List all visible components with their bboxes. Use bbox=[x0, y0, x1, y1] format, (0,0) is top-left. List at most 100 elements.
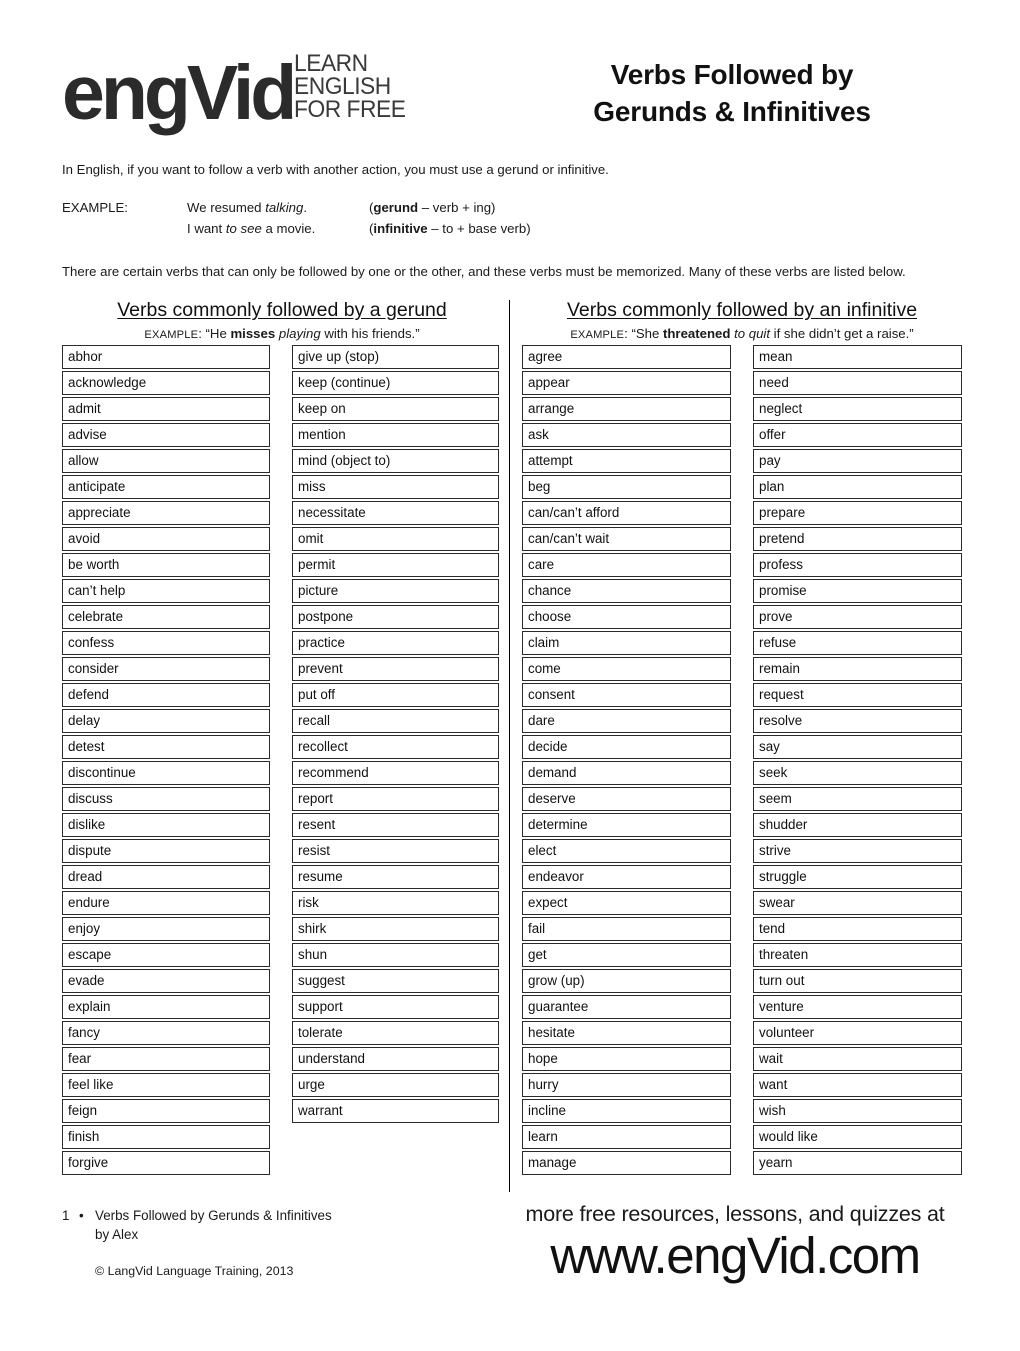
verb-cell: shun bbox=[292, 943, 499, 967]
verb-cell: resume bbox=[292, 865, 499, 889]
verb-cell: shirk bbox=[292, 917, 499, 941]
verb-cell: elect bbox=[522, 839, 731, 863]
verb-cell: defend bbox=[62, 683, 270, 707]
section-infinitive-columns: agree appear arrange ask attempt beg can/can’t… bbox=[522, 345, 962, 1177]
verb-cell: beg bbox=[522, 475, 731, 499]
verb-cell: feign bbox=[62, 1099, 270, 1123]
verb-cell: discuss bbox=[62, 787, 270, 811]
verb-cell: enjoy bbox=[62, 917, 270, 941]
page-number: 1 bbox=[62, 1208, 70, 1223]
verb-cell: learn bbox=[522, 1125, 731, 1149]
intro-paragraph-2: There are certain verbs that can only be… bbox=[62, 263, 906, 279]
intro-example-note-2: (infinitive – to + base verb) bbox=[369, 221, 531, 237]
verb-cell: tolerate bbox=[292, 1021, 499, 1045]
verb-cell: deserve bbox=[522, 787, 731, 811]
verb-cell: urge bbox=[292, 1073, 499, 1097]
verb-cell: recall bbox=[292, 709, 499, 733]
verb-cell: dislike bbox=[62, 813, 270, 837]
verb-cell: resent bbox=[292, 813, 499, 837]
verb-cell: prevent bbox=[292, 657, 499, 681]
verb-cell: necessitate bbox=[292, 501, 499, 525]
intro-paragraph-1: In English, if you want to follow a verb… bbox=[62, 162, 609, 177]
verb-cell: evade bbox=[62, 969, 270, 993]
footer-doc-title: Verbs Followed by Gerunds & Infinitives bbox=[95, 1208, 332, 1223]
verb-cell: refuse bbox=[753, 631, 962, 655]
verb-cell: appear bbox=[522, 371, 731, 395]
verb-cell: need bbox=[753, 371, 962, 395]
verb-cell: understand bbox=[292, 1047, 499, 1071]
verb-cell: hurry bbox=[522, 1073, 731, 1097]
verb-cell: prove bbox=[753, 605, 962, 629]
verb-cell: support bbox=[292, 995, 499, 1019]
intro-section: In English, if you want to follow a verb… bbox=[62, 160, 967, 281]
verb-cell: forgive bbox=[62, 1151, 270, 1175]
verb-cell: can/can’t afford bbox=[522, 501, 731, 525]
page-title: Verbs Followed by Gerunds & Infinitives bbox=[502, 56, 962, 130]
verb-cell: grow (up) bbox=[522, 969, 731, 993]
verb-cell: offer bbox=[753, 423, 962, 447]
page-title-line-2: Gerunds & Infinitives bbox=[593, 96, 871, 128]
verb-cell: explain bbox=[62, 995, 270, 1019]
verb-cell: practice bbox=[292, 631, 499, 655]
verb-cell: seek bbox=[753, 761, 962, 785]
verb-cell: incline bbox=[522, 1099, 731, 1123]
verb-cell: turn out bbox=[753, 969, 962, 993]
verb-cell: attempt bbox=[522, 449, 731, 473]
footer-promo-text: more free resources, lessons, and quizze… bbox=[525, 1202, 945, 1226]
verb-cell: permit bbox=[292, 553, 499, 577]
verb-cell: mind (object to) bbox=[292, 449, 499, 473]
intro-example-label: EXAMPLE: bbox=[62, 199, 128, 215]
verb-cell: recommend bbox=[292, 761, 499, 785]
verb-cell: chance bbox=[522, 579, 731, 603]
verb-cell: finish bbox=[62, 1125, 270, 1149]
verb-cell: warrant bbox=[292, 1099, 499, 1123]
verb-cell: get bbox=[522, 943, 731, 967]
page-header: engVid LEARN ENGLISH FOR FREE Verbs Foll… bbox=[62, 48, 962, 148]
verb-cell: care bbox=[522, 553, 731, 577]
section-divider bbox=[509, 300, 510, 1192]
verb-cell: can/can’t wait bbox=[522, 527, 731, 551]
verb-cell: expect bbox=[522, 891, 731, 915]
footer-promo: more free resources, lessons, and quizze… bbox=[500, 1202, 970, 1283]
verb-cell: yearn bbox=[753, 1151, 962, 1175]
logo-wordmark: engVid bbox=[62, 50, 297, 137]
verb-cell: feel like bbox=[62, 1073, 270, 1097]
verb-cell: abhor bbox=[62, 345, 270, 369]
intro-example-label-empty bbox=[62, 218, 187, 239]
verb-cell: report bbox=[292, 787, 499, 811]
verb-cell: dare bbox=[522, 709, 731, 733]
verb-cell: mention bbox=[292, 423, 499, 447]
verb-cell: shudder bbox=[753, 813, 962, 837]
intro-example-note-1: (gerund – verb + ing) bbox=[369, 199, 496, 215]
verb-cell: dispute bbox=[62, 839, 270, 863]
verb-cell: demand bbox=[522, 761, 731, 785]
footer-promo-url[interactable]: www.engVid.com bbox=[500, 1229, 970, 1283]
verb-cell: keep on bbox=[292, 397, 499, 421]
verb-cell: detest bbox=[62, 735, 270, 759]
intro-example-sentence-1: We resumed talking. bbox=[187, 199, 307, 215]
verb-cell: strive bbox=[753, 839, 962, 863]
verb-cell: wish bbox=[753, 1099, 962, 1123]
verb-cell: resist bbox=[292, 839, 499, 863]
verb-cell: arrange bbox=[522, 397, 731, 421]
gerund-column-2: give up (stop) keep (continue) keep on ment… bbox=[292, 345, 499, 1177]
infinitive-column-1: agree appear arrange ask attempt beg can/can’t… bbox=[522, 345, 731, 1177]
verb-cell: hope bbox=[522, 1047, 731, 1071]
verb-cell: pretend bbox=[753, 527, 962, 551]
verb-cell: struggle bbox=[753, 865, 962, 889]
verb-cell: give up (stop) bbox=[292, 345, 499, 369]
verb-cell: resolve bbox=[753, 709, 962, 733]
verb-cell: request bbox=[753, 683, 962, 707]
verb-cell: venture bbox=[753, 995, 962, 1019]
verb-cell: endure bbox=[62, 891, 270, 915]
section-gerund: Verbs commonly followed by a gerund EXAM… bbox=[62, 298, 502, 1175]
verb-cell: put off bbox=[292, 683, 499, 707]
section-infinitive-example: EXAMPLE: “She threatened to quit if she … bbox=[570, 326, 914, 342]
verb-cell: picture bbox=[292, 579, 499, 603]
footer-copyright: © LangVid Language Training, 2013 bbox=[95, 1264, 294, 1279]
verb-cell: profess bbox=[753, 553, 962, 577]
section-infinitive-title: Verbs commonly followed by an infinitive bbox=[566, 299, 918, 321]
verb-cell: endeavor bbox=[522, 865, 731, 889]
verb-cell: celebrate bbox=[62, 605, 270, 629]
gerund-column-1: abhor acknowledge admit advise allow anticipa… bbox=[62, 345, 270, 1177]
